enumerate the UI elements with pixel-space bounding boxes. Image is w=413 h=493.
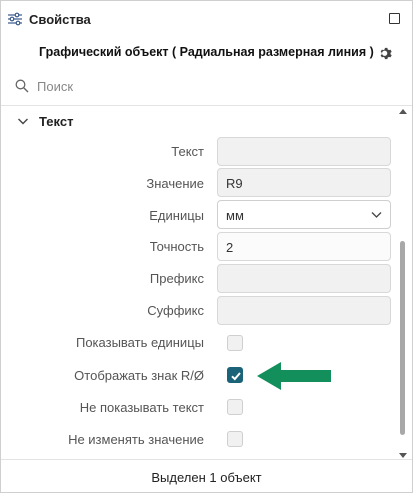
object-title: Графический объект ( Радиальная размерна…	[39, 45, 374, 59]
sliders-icon	[8, 12, 22, 26]
value-field[interactable]: R9	[217, 168, 391, 197]
pointer-arrow-icon	[257, 362, 331, 390]
precision-field[interactable]: 2	[217, 232, 391, 261]
text-field[interactable]	[217, 137, 391, 166]
prefix-field[interactable]	[217, 264, 391, 293]
gear-icon[interactable]	[378, 46, 393, 61]
prefix-label: Префикс	[149, 271, 204, 286]
properties-panel: Свойства Графический объект ( Радиальная…	[0, 0, 413, 493]
search-icon	[15, 79, 29, 93]
search-input[interactable]	[37, 75, 397, 97]
show-units-label: Показывать единицы	[75, 335, 204, 350]
show-units-checkbox[interactable]	[227, 335, 243, 351]
maximize-button[interactable]	[389, 13, 400, 24]
text-label: Текст	[171, 144, 204, 159]
show-sign-checkbox[interactable]	[227, 367, 243, 383]
scroll-down-arrow-icon[interactable]	[399, 453, 407, 458]
keep-value-label: Не изменять значение	[68, 432, 204, 447]
chevron-down-icon	[18, 118, 28, 125]
show-sign-label: Отображать знак R/Ø	[74, 368, 204, 383]
precision-label: Точность	[149, 239, 204, 254]
hide-text-checkbox[interactable]	[227, 399, 243, 415]
divider	[1, 105, 412, 106]
panel-title: Свойства	[29, 12, 91, 27]
section-title: Текст	[39, 114, 74, 129]
keep-value-checkbox[interactable]	[227, 431, 243, 447]
scrollbar[interactable]	[398, 107, 408, 461]
value-field-value: R9	[226, 176, 243, 191]
suffix-field[interactable]	[217, 296, 391, 325]
units-label: Единицы	[149, 208, 204, 223]
suffix-label: Суффикс	[147, 303, 204, 318]
selection-status: Выделен 1 объект	[151, 470, 262, 485]
chevron-down-icon	[371, 212, 382, 218]
units-select-value: мм	[226, 208, 244, 223]
object-header: Графический объект ( Радиальная размерна…	[1, 37, 412, 67]
precision-field-value: 2	[226, 240, 234, 255]
units-select[interactable]: мм	[217, 200, 391, 229]
hide-text-label: Не показывать текст	[79, 400, 204, 415]
value-label: Значение	[146, 176, 204, 191]
section-text-toggle[interactable]: Текст	[1, 109, 391, 135]
scrollbar-thumb[interactable]	[400, 241, 405, 435]
checkmark-icon	[231, 372, 241, 381]
scroll-up-arrow-icon[interactable]	[399, 109, 407, 114]
search-bar	[1, 71, 412, 101]
panel-header: Свойства	[1, 1, 412, 37]
